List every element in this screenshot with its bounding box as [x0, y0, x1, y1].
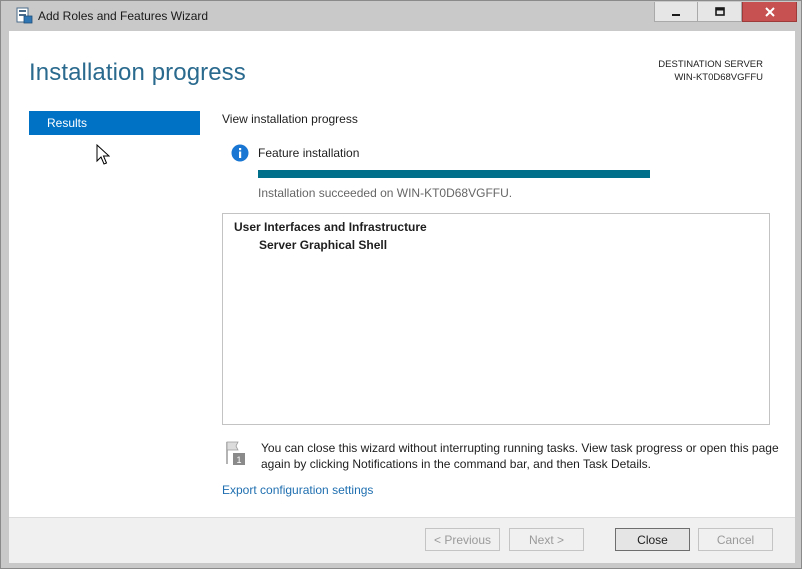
maximize-icon: [714, 6, 725, 16]
view-progress-label: View installation progress: [222, 112, 358, 126]
info-icon: [231, 144, 249, 162]
background-task-note: You can close this wizard without interr…: [261, 441, 779, 471]
installation-status-text: Installation succeeded on WIN-KT0D68VGFF…: [258, 186, 513, 200]
close-icon: [764, 6, 775, 17]
mouse-cursor-icon: [96, 144, 110, 165]
main-content: View installation progress Feature insta…: [222, 31, 782, 501]
close-button[interactable]: Close: [615, 528, 690, 551]
window-close-button[interactable]: [742, 2, 797, 22]
progress-fill: [258, 170, 650, 178]
results-list[interactable]: User Interfaces and Infrastructure Serve…: [222, 213, 770, 425]
minimize-icon: [672, 13, 680, 16]
cancel-button[interactable]: Cancel: [698, 528, 773, 551]
feature-installation-label: Feature installation: [258, 146, 360, 160]
window-title: Add Roles and Features Wizard: [38, 9, 209, 23]
result-group-item: User Interfaces and Infrastructure: [234, 220, 427, 234]
nav-item-results[interactable]: Results: [29, 111, 200, 135]
wizard-button-bar: < Previous Next > Close Cancel: [9, 517, 795, 563]
svg-text:1: 1: [236, 455, 241, 465]
minimize-button[interactable]: [654, 2, 698, 22]
page-title: Installation progress: [29, 59, 246, 86]
server-manager-icon: [16, 7, 33, 24]
export-configuration-link[interactable]: Export configuration settings: [222, 483, 373, 497]
maximize-button[interactable]: [698, 2, 742, 22]
previous-button[interactable]: < Previous: [425, 528, 500, 551]
wizard-window: Add Roles and Features Wizard Installati…: [0, 0, 802, 569]
installation-progress-bar: [258, 170, 650, 178]
next-button[interactable]: Next >: [509, 528, 584, 551]
result-child-item: Server Graphical Shell: [259, 238, 388, 252]
notification-flag-icon: 1: [226, 441, 245, 465]
wizard-client-area: Installation progress DESTINATION SERVER…: [9, 31, 795, 563]
title-bar[interactable]: Add Roles and Features Wizard: [1, 1, 801, 31]
